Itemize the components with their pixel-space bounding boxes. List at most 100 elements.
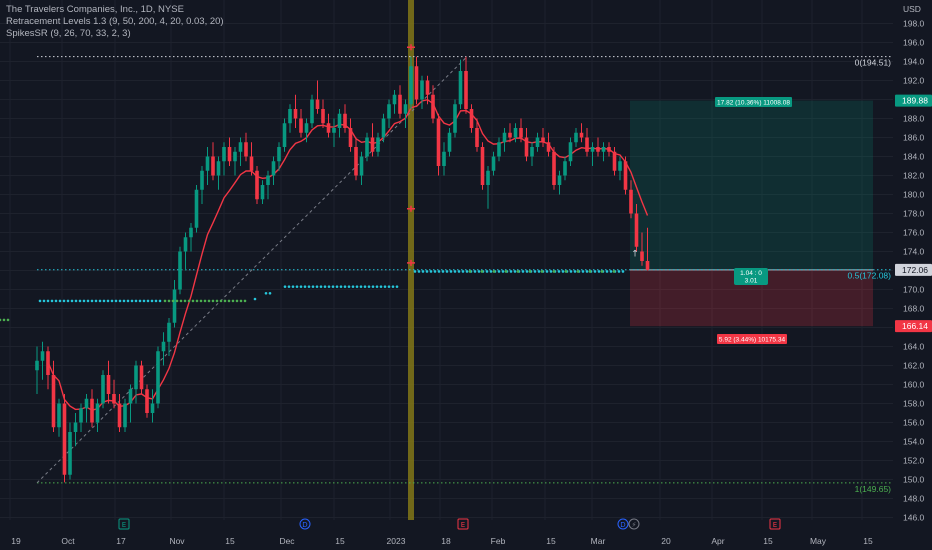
sr-dot xyxy=(549,270,553,273)
arrow-icon: ↑ xyxy=(631,249,639,259)
event-marker-letter: E xyxy=(773,521,777,529)
candle-body xyxy=(563,161,567,176)
sr-dot xyxy=(569,270,573,273)
sr-dot xyxy=(78,299,82,303)
candle-body xyxy=(293,109,298,119)
sr-dot xyxy=(94,299,98,303)
sr-dot xyxy=(465,270,469,273)
sr-dot xyxy=(211,299,215,303)
time-axis-bg xyxy=(0,530,932,550)
sr-dot xyxy=(457,270,461,273)
sr-dot xyxy=(363,285,367,288)
moving-average-line xyxy=(47,98,649,411)
sr-dot xyxy=(327,285,331,288)
sr-dot xyxy=(130,299,134,303)
retracement-label: 0(194.51) xyxy=(855,58,892,68)
candle-body xyxy=(40,351,45,361)
price-tick-label: 188.0 xyxy=(903,114,925,124)
candle-body xyxy=(211,156,215,176)
candle-body xyxy=(73,422,78,432)
candle-body xyxy=(590,147,595,152)
price-tick-label: 192.0 xyxy=(903,76,925,86)
candle-body xyxy=(530,147,534,157)
candle-body xyxy=(106,375,111,394)
candle-body xyxy=(139,365,144,390)
sr-dot xyxy=(253,297,257,301)
time-tick-label: 20 xyxy=(661,536,671,546)
sr-dot xyxy=(339,285,343,288)
stop-label: 5.92 (3.44%) 10175.34 xyxy=(719,337,786,344)
sr-dot xyxy=(351,285,355,288)
time-tick-label: 15 xyxy=(546,536,556,546)
candle-body xyxy=(310,99,314,124)
candle-body xyxy=(167,322,171,342)
sr-dot xyxy=(179,299,183,303)
candle-body xyxy=(194,189,199,228)
price-tick-label: 174.0 xyxy=(903,247,925,257)
time-tick-label: 2023 xyxy=(387,536,406,546)
price-tick-label: 178.0 xyxy=(903,209,925,219)
candle-body xyxy=(337,113,342,128)
candle-body xyxy=(95,403,100,423)
sr-dot xyxy=(66,299,70,303)
candle-body xyxy=(227,147,232,162)
candle-body xyxy=(271,161,276,176)
sr-dot xyxy=(268,292,272,295)
sr-dot xyxy=(593,270,597,273)
sr-dot xyxy=(612,270,616,273)
event-marker-letter: E xyxy=(461,521,465,529)
sr-dot xyxy=(468,270,472,273)
chart-legend: The Travelers Companies, Inc., 1D, NYSE … xyxy=(6,4,224,40)
candle-body xyxy=(629,189,633,214)
event-marker-letter: D xyxy=(620,521,625,529)
price-chart[interactable]: 0(194.51) 0.5(172.08) 1(149.65) 17.82 (10.… xyxy=(0,0,932,550)
sr-dot xyxy=(395,285,399,288)
sr-dot xyxy=(513,270,517,273)
candle-body xyxy=(150,403,155,413)
sr-dot xyxy=(199,299,203,303)
sr-dot xyxy=(114,299,118,303)
candle-body xyxy=(249,156,254,171)
sr-dot xyxy=(540,270,544,273)
candle-body xyxy=(288,109,292,124)
time-tick-label: Nov xyxy=(169,536,185,546)
candle-body xyxy=(244,142,248,157)
sr-dot xyxy=(564,270,568,273)
candle-body xyxy=(568,142,573,162)
time-tick-label: 19 xyxy=(11,536,21,546)
candle-body xyxy=(645,261,650,270)
candle-body xyxy=(161,341,166,352)
candle-body xyxy=(178,251,182,290)
price-tick-label: 160.0 xyxy=(903,380,925,390)
candle-body xyxy=(436,118,441,166)
candle-body xyxy=(447,132,452,152)
sr-dot xyxy=(355,285,359,288)
sr-dot xyxy=(243,299,247,303)
price-tick-label: 176.0 xyxy=(903,228,925,238)
sr-dot xyxy=(552,270,556,273)
sr-dot xyxy=(191,299,195,303)
sr-dot xyxy=(315,285,319,288)
candle-body xyxy=(535,137,540,147)
time-tick-label: 15 xyxy=(335,536,345,546)
sr-dot xyxy=(331,285,335,288)
entry-label-2: 3.01 xyxy=(745,278,758,285)
sr-dot xyxy=(154,299,158,303)
candle-body xyxy=(376,137,380,152)
time-tick-label: 15 xyxy=(763,536,773,546)
sr-dot xyxy=(429,270,433,273)
candle-body xyxy=(84,398,89,409)
candle-body xyxy=(145,389,149,413)
sr-dot xyxy=(227,299,231,303)
sr-dot xyxy=(421,270,425,273)
sr-dot xyxy=(98,299,102,303)
profit-zone xyxy=(630,100,873,270)
candle-body xyxy=(216,161,221,176)
sr-dot xyxy=(295,285,299,288)
sr-dot xyxy=(86,299,90,303)
candle-body xyxy=(453,104,457,133)
candle-body xyxy=(172,289,177,323)
sr-dot xyxy=(609,270,613,273)
sr-dot xyxy=(54,299,58,303)
entry-label: 1.04 : 0 xyxy=(740,270,762,277)
